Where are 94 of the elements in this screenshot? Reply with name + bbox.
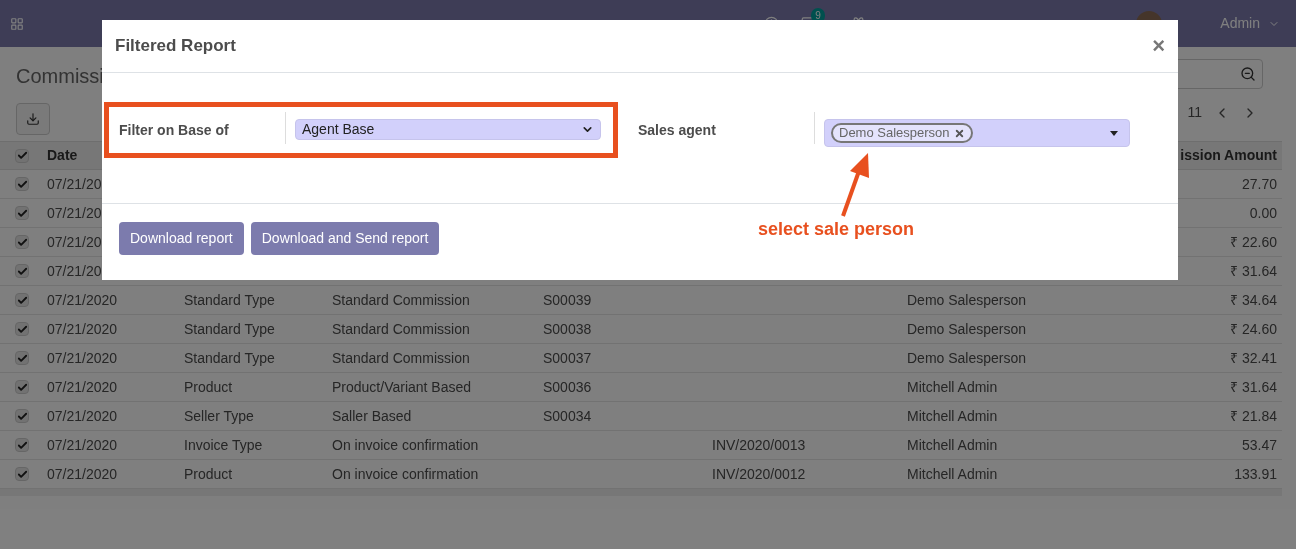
column-header: Date xyxy=(47,147,78,163)
table-cell: 07/21/20 xyxy=(47,262,102,279)
check-icon xyxy=(16,178,28,190)
table-cell: 07/21/2020 xyxy=(47,436,118,453)
table-cell: 27.70 xyxy=(1241,175,1277,192)
page-title: Commissi xyxy=(16,65,104,87)
search-icon[interactable] xyxy=(1240,66,1256,82)
row-checkbox[interactable] xyxy=(15,409,29,423)
table-cell: Mitchell Admin xyxy=(907,436,998,453)
table-cell: Product xyxy=(184,378,233,395)
table-cell: ₹ 24.60 xyxy=(1230,320,1277,337)
download-button[interactable] xyxy=(16,103,50,135)
table-cell: Saller Based xyxy=(332,407,412,424)
table-cell: 53.47 xyxy=(1241,436,1277,453)
table-cell: INV/2020/0012 xyxy=(712,465,806,482)
table-cell: 07/21/20 xyxy=(47,233,102,250)
download-button[interactable]: Download and Send report xyxy=(250,222,440,255)
table-cell: S00034 xyxy=(543,407,592,424)
table-cell: Invoice Type xyxy=(184,436,263,453)
caret-icon[interactable] xyxy=(1110,130,1118,136)
table-cell: 07/21/2020 xyxy=(47,320,118,337)
table-cell: S00036 xyxy=(543,378,592,395)
table-cell: ₹ 21.84 xyxy=(1230,407,1277,424)
table-cell: On invoice confirmation xyxy=(332,436,479,453)
table-cell: S00039 xyxy=(543,291,592,308)
table-cell: 07/21/2020 xyxy=(47,378,118,395)
table-cell: Demo Salesperson xyxy=(907,320,1027,337)
table-cell: ₹ 22.60 xyxy=(1230,233,1277,250)
table-cell: Standard Commission xyxy=(332,291,470,308)
check-icon xyxy=(16,236,28,248)
row-checkbox[interactable] xyxy=(15,177,29,191)
table-cell: Standard Type xyxy=(184,349,275,366)
table-cell: Demo Salesperson xyxy=(907,349,1027,366)
table-cell: 07/21/20 xyxy=(47,175,102,192)
table-cell: Mitchell Admin xyxy=(907,465,998,482)
table-cell: Standard Commission xyxy=(332,320,470,337)
table-cell: 07/21/2020 xyxy=(47,291,118,308)
table-cell: 07/21/2020 xyxy=(47,465,118,482)
annotation-text: select sale person xyxy=(758,218,915,241)
dialog-title: Filtered Report xyxy=(115,35,236,58)
close-button[interactable]: × xyxy=(1152,35,1165,57)
table-cell: Demo Salesperson xyxy=(907,291,1027,308)
table-cell: On invoice confirmation xyxy=(332,465,479,482)
table-cell: ₹ 31.64 xyxy=(1230,262,1277,279)
row-checkbox[interactable] xyxy=(15,293,29,307)
table-cell: Standard Commission xyxy=(332,349,470,366)
table-cell: INV/2020/0013 xyxy=(712,436,806,453)
row-checkbox[interactable] xyxy=(15,235,29,249)
table-cell: Standard Type xyxy=(184,320,275,337)
row-checkbox[interactable] xyxy=(15,148,29,163)
row-checkbox[interactable] xyxy=(15,380,29,394)
table-cell: S00037 xyxy=(543,349,592,366)
table-cell: 07/21/2020 xyxy=(47,407,118,424)
check-icon xyxy=(16,439,28,451)
row-checkbox[interactable] xyxy=(15,264,29,278)
check-icon xyxy=(16,410,28,422)
check-icon xyxy=(16,294,28,306)
table-cell: Seller Type xyxy=(184,407,254,424)
sales-agent-field[interactable]: Demo Salesperson xyxy=(824,119,1130,147)
row-checkbox[interactable] xyxy=(15,206,29,220)
check-icon xyxy=(16,207,28,219)
row-checkbox[interactable] xyxy=(15,351,29,365)
column-header: ission Amount xyxy=(1180,147,1277,163)
table-cell: ₹ 34.64 xyxy=(1230,291,1277,308)
check-icon xyxy=(16,150,28,161)
salesperson-tag[interactable]: Demo Salesperson xyxy=(831,123,973,143)
table-cell: 133.91 xyxy=(1234,465,1277,482)
download-button[interactable]: Download report xyxy=(119,222,244,255)
check-icon xyxy=(16,468,28,480)
user-name[interactable]: Admin xyxy=(1220,13,1260,34)
field-label: Sales agent xyxy=(638,121,717,140)
table-cell: Mitchell Admin xyxy=(907,378,998,395)
remove-icon[interactable] xyxy=(953,127,965,139)
table-cell: 07/21/20 xyxy=(47,204,102,221)
row-checkbox[interactable] xyxy=(15,438,29,452)
check-icon xyxy=(16,323,28,335)
check-icon xyxy=(16,352,28,364)
table-cell: Product xyxy=(184,465,233,482)
download-icon xyxy=(26,112,40,126)
table-cell: ₹ 31.64 xyxy=(1230,378,1277,395)
table-cell: Mitchell Admin xyxy=(907,407,998,424)
pager-value: 11 xyxy=(1187,103,1202,122)
table-cell: S00038 xyxy=(543,320,592,337)
row-checkbox[interactable] xyxy=(15,467,29,481)
row-checkbox[interactable] xyxy=(15,322,29,336)
table-cell: 07/21/2020 xyxy=(47,349,118,366)
table-cell: 0.00 xyxy=(1249,204,1277,221)
table-cell: ₹ 32.41 xyxy=(1230,349,1277,366)
table-cell: Product/Variant Based xyxy=(332,378,472,395)
filter-select[interactable]: Agent Base xyxy=(295,119,601,140)
table-cell: Standard Type xyxy=(184,291,275,308)
check-icon xyxy=(16,381,28,393)
check-icon xyxy=(16,265,28,277)
field-label: Filter on Base of xyxy=(118,121,230,140)
